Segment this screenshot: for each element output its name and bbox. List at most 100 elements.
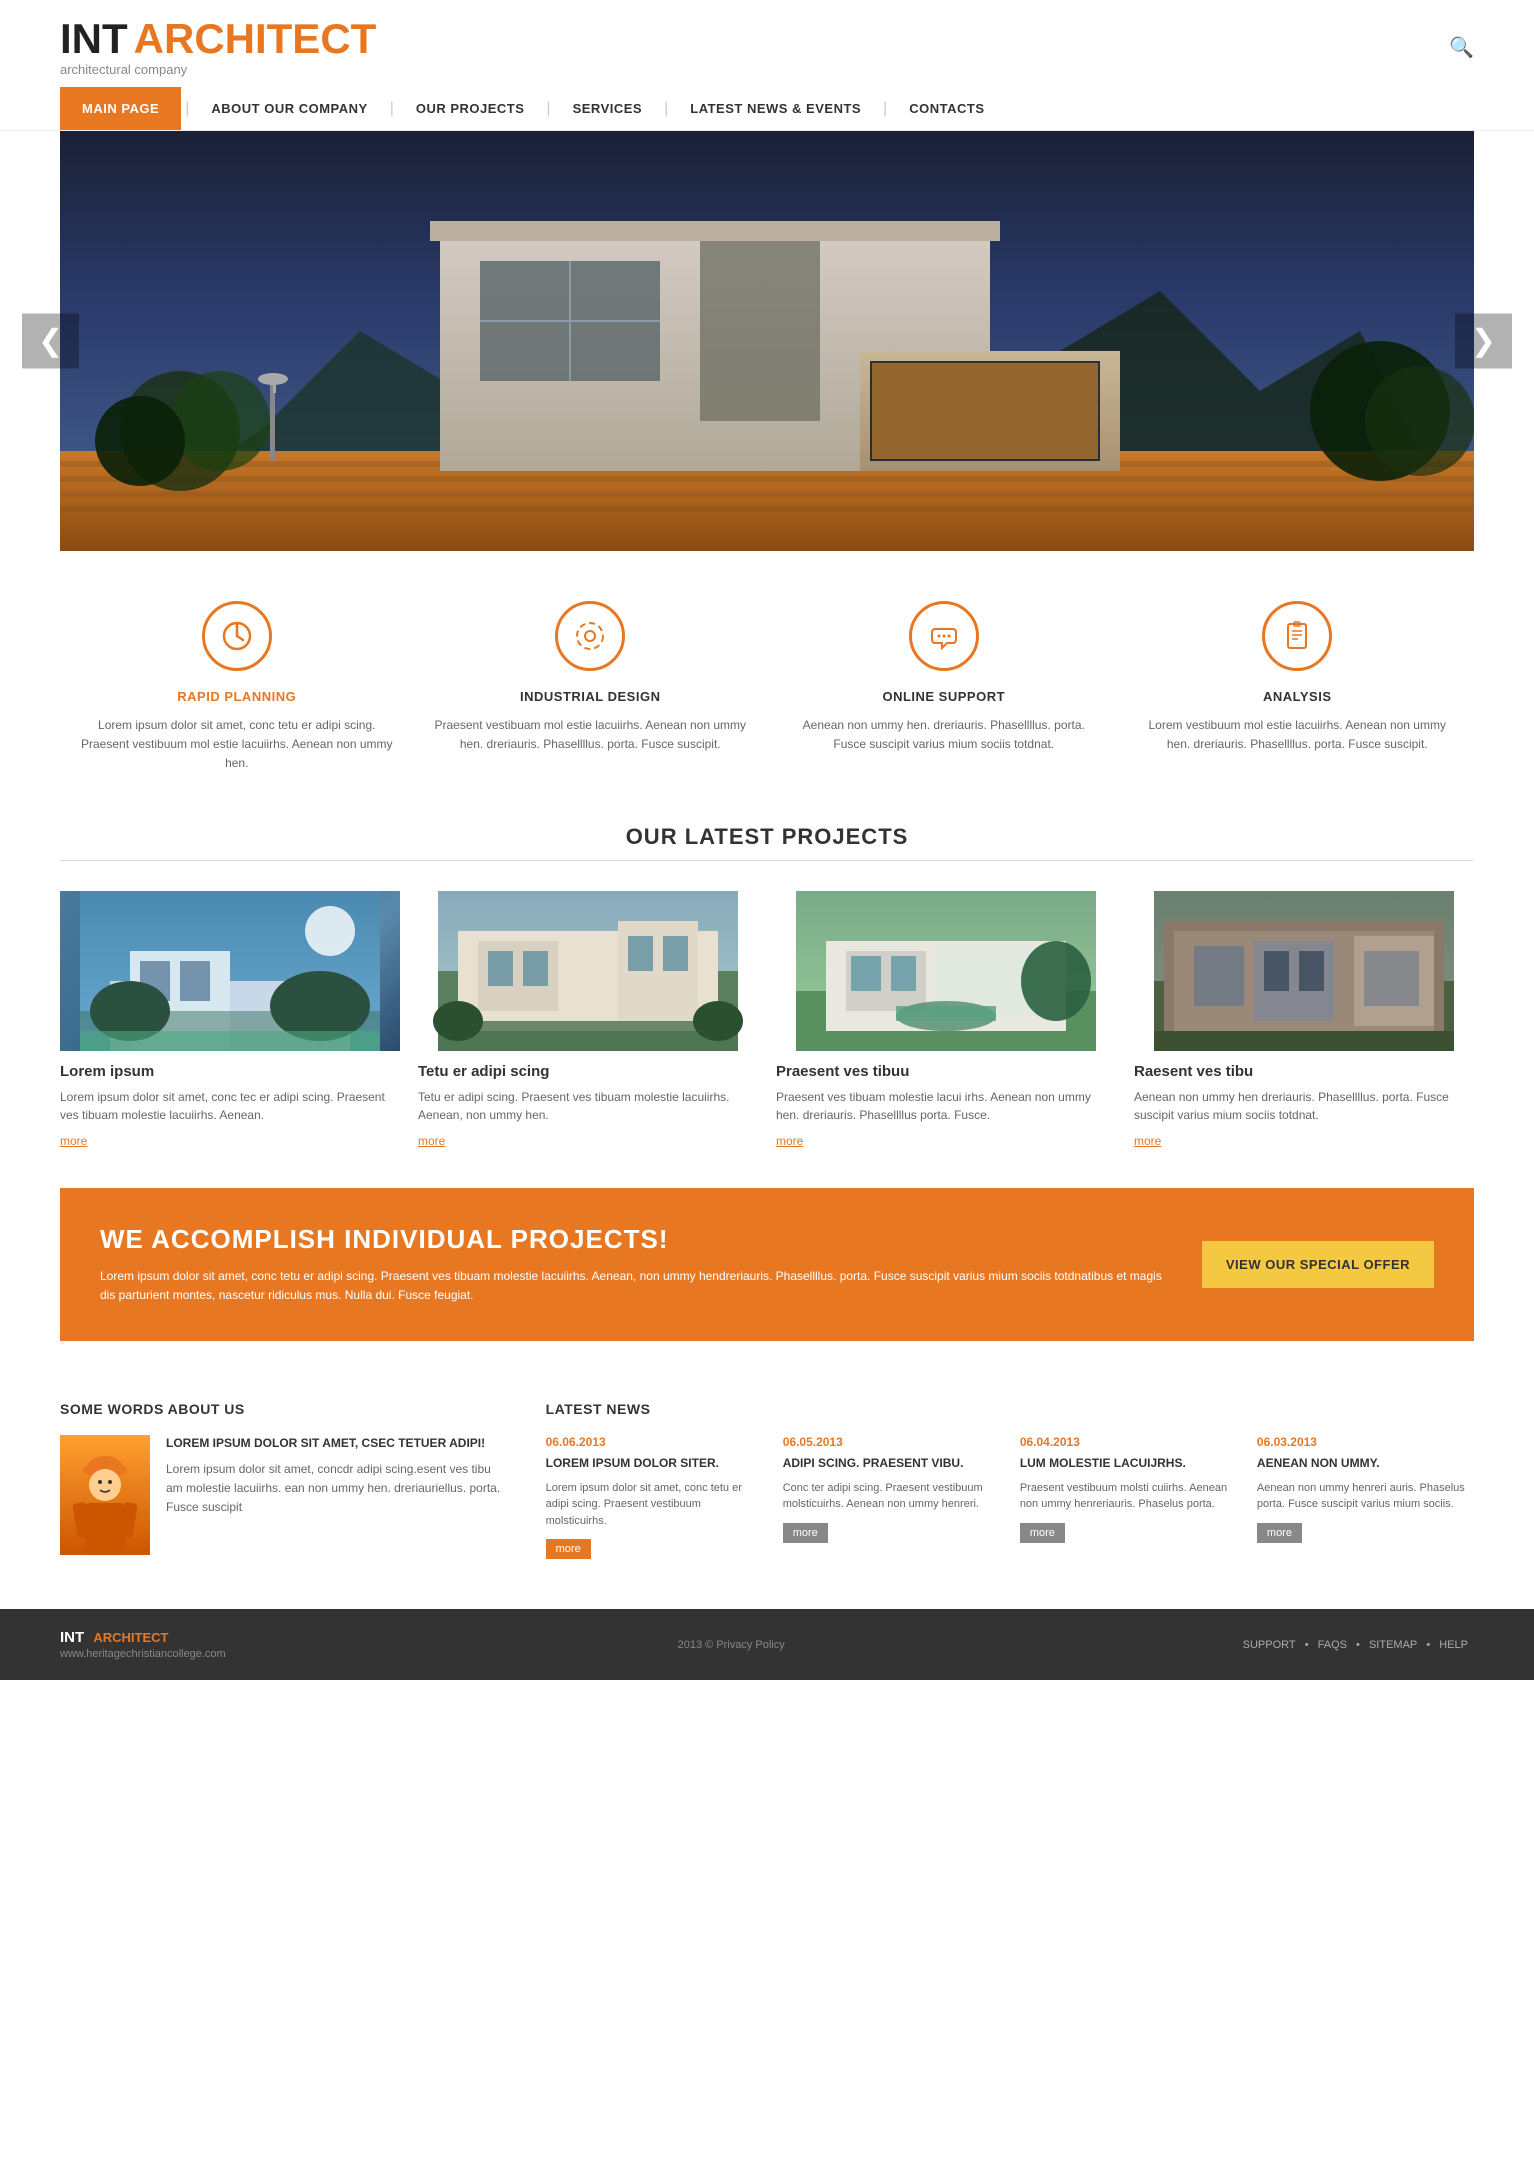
- about-text: Lorem ipsum dolor sit amet, concdr adipi…: [166, 1460, 506, 1518]
- news-date-1: 06.06.2013: [546, 1435, 763, 1449]
- rapid-planning-icon: [202, 601, 272, 671]
- nav-item-main-page[interactable]: MAIN PAGE: [60, 87, 181, 130]
- nav-separator: |: [386, 100, 398, 118]
- hero-slider: ❮ ❯: [60, 131, 1474, 551]
- project-text-3: Praesent ves tibuam molestie lacui irhs.…: [776, 1088, 1116, 1124]
- footer-link-faqs[interactable]: FAQS: [1318, 1639, 1347, 1651]
- news-more-btn-1[interactable]: more: [546, 1539, 591, 1559]
- project-title-1: Lorem ipsum: [60, 1063, 400, 1080]
- bottom-section: SOME WORDS ABOUT US: [0, 1361, 1534, 1589]
- about-section: SOME WORDS ABOUT US: [60, 1401, 506, 1559]
- news-more-btn-3[interactable]: more: [1020, 1523, 1065, 1543]
- footer-copy-text: 2013 © Privacy Policy: [678, 1639, 785, 1651]
- cta-banner: WE ACCOMPLISH INDIVIDUAL PROJECTS! Lorem…: [60, 1188, 1474, 1341]
- nav-item-news[interactable]: LATEST NEWS & EVENTS: [672, 87, 879, 130]
- project-text-2: Tetu er adipi scing. Praesent ves tibuam…: [418, 1088, 758, 1124]
- cta-content: WE ACCOMPLISH INDIVIDUAL PROJECTS! Lorem…: [100, 1224, 1172, 1305]
- news-item-4: 06.03.2013 AENEAN NON UMMY. Aenean non u…: [1257, 1435, 1474, 1559]
- news-section: LATEST NEWS 06.06.2013 LOREM IPSUM DOLOR…: [546, 1401, 1474, 1559]
- projects-title: OUR LATEST PROJECTS: [0, 814, 1534, 860]
- search-icon[interactable]: 🔍: [1449, 35, 1474, 60]
- news-more-btn-2[interactable]: more: [783, 1523, 828, 1543]
- footer-logo-architect: ARCHITECT: [93, 1630, 168, 1645]
- logo-title: INTARCHITECT: [60, 18, 376, 60]
- feature-analysis: ANALYSIS Lorem vestibuum mol estie lacui…: [1121, 601, 1475, 774]
- project-item-4: Raesent ves tibu Aenean non ummy hen dre…: [1134, 891, 1474, 1148]
- hero-next-arrow[interactable]: ❯: [1455, 314, 1512, 369]
- footer-link-help[interactable]: HELP: [1439, 1639, 1468, 1651]
- nav-separator: |: [879, 100, 891, 118]
- news-item-1: 06.06.2013 LOREM IPSUM DOLOR SITER. Lore…: [546, 1435, 763, 1559]
- project-more-4[interactable]: more: [1134, 1134, 1474, 1148]
- nav-item-services[interactable]: SERVICES: [555, 87, 661, 130]
- project-title-3: Praesent ves tibuu: [776, 1063, 1116, 1080]
- news-more-btn-4[interactable]: more: [1257, 1523, 1302, 1543]
- projects-grid: Lorem ipsum Lorem ipsum dolor sit amet, …: [0, 891, 1534, 1168]
- footer-logo: INT ARCHITECT: [60, 1629, 226, 1646]
- projects-divider: [60, 860, 1474, 861]
- news-items: 06.06.2013 LOREM IPSUM DOLOR SITER. Lore…: [546, 1435, 1474, 1559]
- hero-image: [60, 131, 1474, 551]
- nav-separator: |: [660, 100, 672, 118]
- logo-subtitle: architectural company: [60, 62, 376, 77]
- news-title-4: AENEAN NON UMMY.: [1257, 1455, 1474, 1472]
- footer-website: www.heritagechristiancollege.com: [60, 1648, 226, 1660]
- news-title-3: LUM MOLESTIE LACUIJRHS.: [1020, 1455, 1237, 1472]
- logo[interactable]: INTARCHITECT architectural company: [60, 18, 376, 77]
- feature-industrial-design: INDUSTRIAL DESIGN Praesent vestibuam mol…: [414, 601, 768, 774]
- footer-link-sitemap[interactable]: SITEMAP: [1369, 1639, 1417, 1651]
- footer-link-sep2: •: [1356, 1639, 1360, 1651]
- features-section: RAPID PLANNING Lorem ipsum dolor sit ame…: [0, 551, 1534, 814]
- cta-button[interactable]: view our special offer: [1202, 1241, 1434, 1288]
- cta-text: Lorem ipsum dolor sit amet, conc tetu er…: [100, 1267, 1172, 1305]
- about-image: [60, 1435, 150, 1555]
- news-title-2: ADIPI SCING. PRAESENT VIBU.: [783, 1455, 1000, 1472]
- news-title: LATEST NEWS: [546, 1401, 1474, 1417]
- project-image-4: [1134, 891, 1474, 1051]
- project-text-4: Aenean non ummy hen dreriauris. Phaselll…: [1134, 1088, 1474, 1124]
- feature-title: ONLINE SUPPORT: [787, 689, 1101, 704]
- news-text-3: Praesent vestibuum molsti cuiirhs. Aenea…: [1020, 1480, 1237, 1513]
- hero-svg: [60, 131, 1474, 551]
- feature-text: Lorem ipsum dolor sit amet, conc tetu er…: [80, 716, 394, 774]
- cta-title: WE ACCOMPLISH INDIVIDUAL PROJECTS!: [100, 1224, 1172, 1255]
- footer-logo-int: INT: [60, 1629, 84, 1646]
- header: INTARCHITECT architectural company 🔍: [0, 0, 1534, 87]
- feature-text: Lorem vestibuum mol estie lacuiirhs. Aen…: [1141, 716, 1455, 754]
- footer-link-sep1: •: [1305, 1639, 1309, 1651]
- feature-title: INDUSTRIAL DESIGN: [434, 689, 748, 704]
- feature-text: Aenean non ummy hen. dreriauris. Phasell…: [787, 716, 1101, 754]
- nav-item-about[interactable]: ABOUT OUR COMPANY: [193, 87, 385, 130]
- footer-copy: 2013 © Privacy Policy: [678, 1639, 785, 1651]
- logo-int: INT: [60, 15, 128, 62]
- analysis-icon: [1262, 601, 1332, 671]
- nav-separator: |: [542, 100, 554, 118]
- news-text-1: Lorem ipsum dolor sit amet, conc tetu er…: [546, 1480, 763, 1530]
- hero-prev-arrow[interactable]: ❮: [22, 314, 79, 369]
- project-title-2: Tetu er adipi scing: [418, 1063, 758, 1080]
- project-item-2: Tetu er adipi scing Tetu er adipi scing.…: [418, 891, 758, 1148]
- footer-link-sep3: •: [1426, 1639, 1430, 1651]
- about-title: SOME WORDS ABOUT US: [60, 1401, 506, 1417]
- project-more-2[interactable]: more: [418, 1134, 758, 1148]
- project-more-1[interactable]: more: [60, 1134, 400, 1148]
- feature-text: Praesent vestibuam mol estie lacuiirhs. …: [434, 716, 748, 754]
- news-date-3: 06.04.2013: [1020, 1435, 1237, 1449]
- about-text-block: LOREM IPSUM DOLOR SIT AMET, CSEC TETUER …: [166, 1435, 506, 1555]
- nav-separator: |: [181, 100, 193, 118]
- about-content: LOREM IPSUM DOLOR SIT AMET, CSEC TETUER …: [60, 1435, 506, 1555]
- feature-online-support: ONLINE SUPPORT Aenean non ummy hen. drer…: [767, 601, 1121, 774]
- feature-title: ANALYSIS: [1141, 689, 1455, 704]
- news-text-4: Aenean non ummy henreri auris. Phaselus …: [1257, 1480, 1474, 1513]
- nav-item-contacts[interactable]: CONTACTS: [891, 87, 1002, 130]
- nav-item-projects[interactable]: OUR PROJECTS: [398, 87, 543, 130]
- online-support-icon: [909, 601, 979, 671]
- project-item-1: Lorem ipsum Lorem ipsum dolor sit amet, …: [60, 891, 400, 1148]
- industrial-design-icon: [555, 601, 625, 671]
- project-more-3[interactable]: more: [776, 1134, 1116, 1148]
- footer-links: SUPPORT • FAQS • SITEMAP • HELP: [1237, 1639, 1474, 1651]
- footer-link-support[interactable]: SUPPORT: [1243, 1639, 1296, 1651]
- project-title-4: Raesent ves tibu: [1134, 1063, 1474, 1080]
- news-item-2: 06.05.2013 ADIPI SCING. PRAESENT VIBU. C…: [783, 1435, 1000, 1559]
- project-text-1: Lorem ipsum dolor sit amet, conc tec er …: [60, 1088, 400, 1124]
